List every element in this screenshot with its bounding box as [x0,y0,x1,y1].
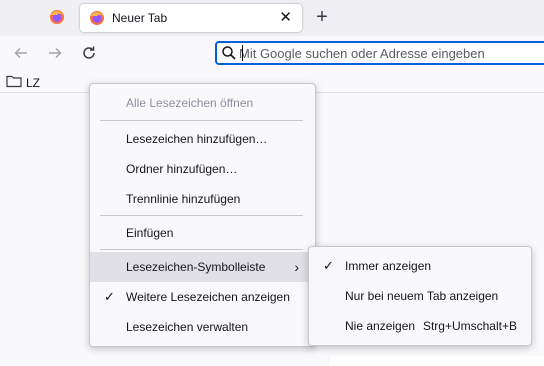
bookmark-folder-label: LZ [26,75,41,90]
tab-title: Neuer Tab [112,11,168,25]
back-button[interactable] [11,44,31,64]
check-icon: ✓ [104,289,115,304]
menu-item-label: Lesezeichen-Symbolleiste [126,260,266,274]
menu-separator [100,249,303,250]
firefox-icon [89,10,105,26]
reload-icon [81,45,97,64]
menu-item-label: Immer anzeigen [345,259,432,273]
menu-item-label: Nur bei neuem Tab anzeigen [345,289,499,303]
menu-separator [100,120,303,121]
submenu-item-new-tab-only[interactable]: Nur bei neuem Tab anzeigen [309,281,531,311]
menu-item-manage-bookmarks[interactable]: Lesezeichen verwalten [90,312,315,342]
page-content-blank [330,356,544,366]
tab-active[interactable]: Neuer Tab ✕ [80,4,302,32]
forward-button[interactable] [45,44,65,64]
menu-item-add-bookmark[interactable]: Lesezeichen hinzufügen… [90,124,315,154]
chevron-right-icon: › [294,259,299,275]
firefox-icon [49,9,65,28]
menu-item-add-folder[interactable]: Ordner hinzufügen… [90,154,315,184]
keyboard-shortcut: Strg+Umschalt+B [422,319,517,333]
new-tab-button[interactable]: + [311,5,333,29]
submenu-item-never-show[interactable]: Nie anzeigen Strg+Umschalt+B [309,311,531,341]
menu-item-label: Lesezeichen verwalten [126,320,249,334]
folder-icon [6,74,22,91]
menu-item-add-separator[interactable]: Trennlinie hinzufügen [90,184,315,214]
menu-item-label: Ordner hinzufügen… [126,162,238,176]
search-icon [221,45,237,64]
url-bar[interactable] [215,41,544,65]
text-caret [242,45,243,61]
menu-item-show-other-bookmarks[interactable]: ✓ Weitere Lesezeichen anzeigen [90,282,315,312]
forward-arrow-icon [47,45,63,64]
menu-item-label: Nie anzeigen [345,319,416,333]
url-input[interactable] [239,44,539,62]
check-icon: ✓ [323,258,334,273]
menu-separator [100,215,303,216]
menu-item-label: Weitere Lesezeichen anzeigen [126,290,290,304]
menu-item-paste[interactable]: Einfügen [90,218,315,248]
menu-item-label: Trennlinie hinzufügen [126,192,241,206]
close-tab-icon[interactable]: ✕ [279,10,292,25]
reload-button[interactable] [79,44,99,64]
bookmark-folder-lz[interactable]: LZ [6,74,40,91]
submenu-item-always-show[interactable]: ✓ Immer anzeigen [309,251,531,281]
back-arrow-icon [13,45,29,64]
menu-item-open-all[interactable]: Alle Lesezeichen öffnen [90,88,315,118]
menu-item-label: Lesezeichen hinzufügen… [126,132,268,146]
menu-item-label: Einfügen [126,226,174,240]
menu-item-bookmarks-toolbar[interactable]: Lesezeichen-Symbolleiste › [90,252,315,282]
pinned-tab[interactable] [40,4,74,32]
tab-strip: Neuer Tab ✕ + [0,0,544,36]
menu-item-label: Alle Lesezeichen öffnen [126,96,254,110]
bookmarks-context-menu: Alle Lesezeichen öffnen Lesezeichen hinz… [89,83,316,347]
bookmarks-toolbar-submenu: ✓ Immer anzeigen Nur bei neuem Tab anzei… [308,246,532,346]
